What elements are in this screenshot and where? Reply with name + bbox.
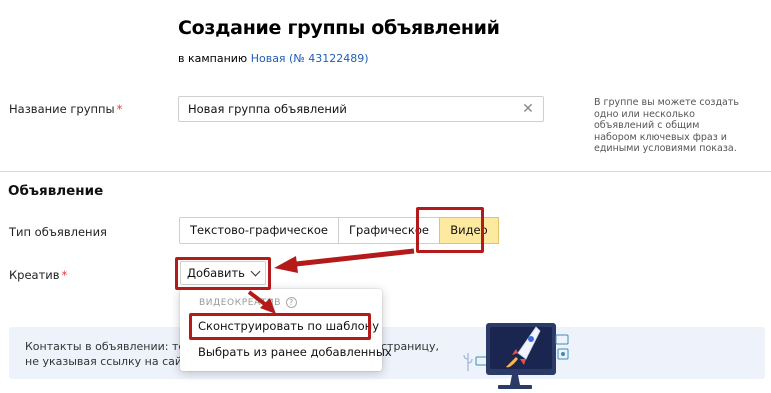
cactus-icon	[463, 353, 473, 371]
group-name-input[interactable]: Новая группа объявлений ✕	[178, 96, 544, 122]
required-mark: *	[116, 102, 123, 116]
page-title: Создание группы объявлений	[178, 17, 500, 39]
section-divider	[0, 171, 771, 172]
banner-line1-left: Контакты в объявлении: тепе	[25, 340, 200, 353]
menu-item-choose-existing[interactable]: Выбрать из ранее добавленных	[198, 345, 392, 359]
required-mark: *	[61, 268, 68, 282]
banner-text: Контакты в объявлении: тепе не указывая …	[25, 339, 199, 369]
question-icon[interactable]: ?	[285, 297, 297, 308]
banner-line2: не указывая ссылку на сайт.	[25, 355, 192, 368]
arrow-video-to-add	[274, 248, 415, 273]
creative-label: Креатив *	[9, 268, 67, 282]
highlight-box-add	[175, 257, 271, 290]
campaign-prefix: в кампанию	[178, 52, 248, 65]
group-name-label: Название группы *	[9, 102, 122, 116]
campaign-link[interactable]: Новая (№ 43122489)	[251, 52, 369, 65]
dropdown-header-text: ВИДЕОКРЕАТИВ	[199, 297, 281, 308]
campaign-line: в кампанию Новая (№ 43122489)	[178, 52, 369, 65]
dropdown-header: ВИДЕОКРЕАТИВ ?	[199, 297, 297, 308]
highlight-box-template	[189, 313, 371, 340]
creative-label-text: Креатив	[9, 268, 60, 282]
ad-type-text-graphic-button[interactable]: Текстово-графическое	[179, 217, 340, 244]
group-name-label-text: Название группы	[9, 102, 115, 116]
section-title-ad: Объявление	[8, 183, 104, 199]
close-icon[interactable]: ✕	[520, 101, 536, 117]
rocket-monitor-illustration	[463, 323, 569, 389]
group-name-value: Новая группа объявлений	[188, 102, 347, 116]
group-hint: В группе вы можете создать одно или неск…	[594, 97, 739, 154]
highlight-box-video	[416, 207, 484, 253]
ad-type-label: Тип объявления	[9, 225, 107, 239]
